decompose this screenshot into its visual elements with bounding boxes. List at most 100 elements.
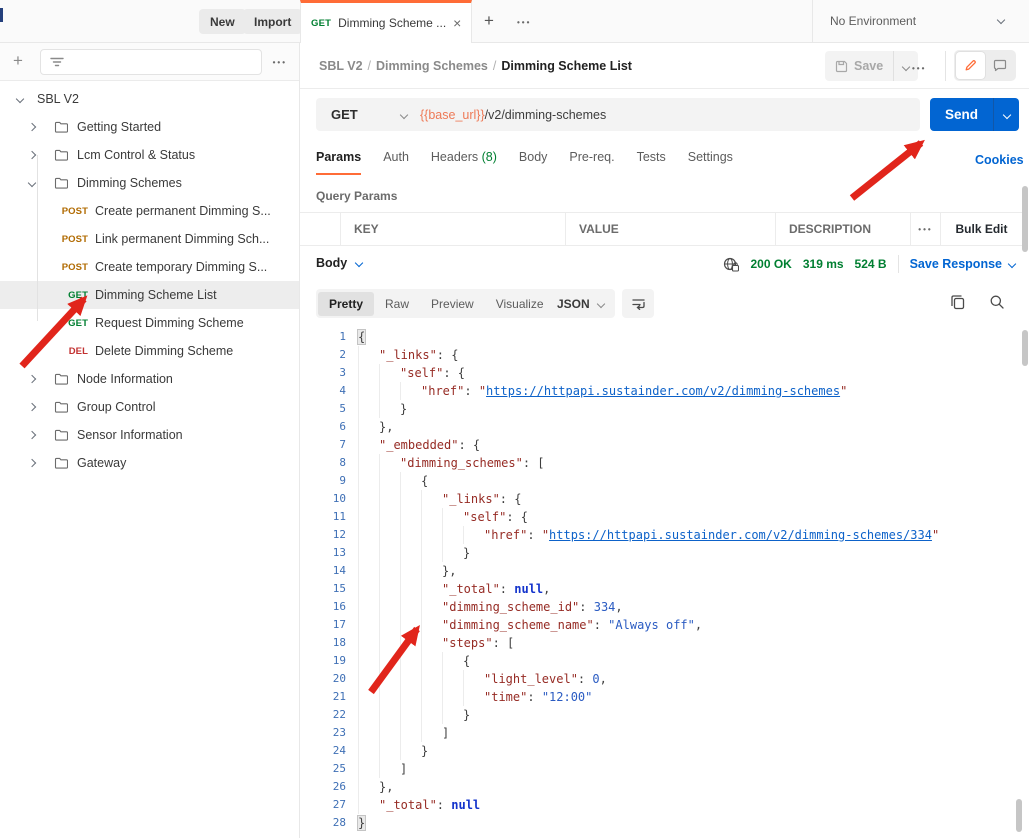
sidebar-item-create-permanent-dimming-s[interactable]: POST Create permanent Dimming S... [0,197,299,225]
response-size[interactable]: 524 B [855,257,887,271]
code-line: 5} [300,400,1014,418]
request-tab[interactable]: GET Dimming Scheme ... × [300,0,472,43]
breadcrumb-folder[interactable]: Dimming Schemes [376,59,488,73]
copy-response-button[interactable] [950,294,966,310]
method-badge: GET [68,289,88,301]
cookies-link[interactable]: Cookies [975,153,1024,167]
import-button[interactable]: Import [243,9,303,34]
save-response-button[interactable]: Save Response [910,257,1017,271]
sidebar-options-icon[interactable]: ••• [273,58,287,67]
code-line: 24} [300,742,1014,760]
tab-options-icon[interactable]: ••• [517,18,531,27]
chevron-right-icon[interactable] [27,122,37,132]
code-line: 10 "_links": { [300,490,1014,508]
beautify-button[interactable] [622,289,654,318]
breadcrumb-collection[interactable]: SBL V2 [319,59,363,73]
chevron-right-icon[interactable] [27,430,37,440]
chevron-right-icon[interactable] [27,402,37,412]
sidebar-item-group-control[interactable]: Group Control [0,393,299,421]
format-selector[interactable]: JSON [546,289,615,318]
search-icon [990,295,1004,309]
key-column-header[interactable]: KEY [340,213,565,245]
page-scrollbar[interactable] [1022,186,1028,252]
search-response-button[interactable] [989,294,1005,310]
status-badge[interactable]: 200 OK [750,257,791,271]
response-body-dropdown[interactable]: Body [316,256,364,270]
tab-body[interactable]: Body [519,150,548,175]
chevron-down-icon[interactable] [27,178,37,188]
sidebar-filter-input[interactable] [40,49,262,75]
code-line: 25] [300,760,1014,778]
view-tab-raw[interactable]: Raw [374,292,420,316]
sidebar-item-gateway[interactable]: Gateway [0,449,299,477]
code-line: 6}, [300,418,1014,436]
tab-method-label: GET [311,17,332,29]
request-label: Dimming Scheme List [95,288,217,302]
line-number: 13 [332,546,346,559]
sidebar-add-icon[interactable]: + [13,51,23,71]
line-number: 2 [339,348,346,361]
tab-close-icon[interactable]: × [453,16,461,30]
chevron-right-icon[interactable] [27,458,37,468]
indent-guide [358,508,379,526]
folder-label: Dimming Schemes [77,176,182,190]
indent-guide [358,760,379,778]
view-tab-visualize[interactable]: Visualize [485,292,555,316]
send-button[interactable]: Send [930,98,993,131]
indent-guide [421,688,442,706]
sidebar-item-sensor-information[interactable]: Sensor Information [0,421,299,449]
chevron-down-icon[interactable] [15,94,25,104]
sidebar-item-node-information[interactable]: Node Information [0,365,299,393]
save-button[interactable]: Save [825,59,893,73]
sidebar-item-link-permanent-dimming-sch[interactable]: POST Link permanent Dimming Sch... [0,225,299,253]
network-globe-icon[interactable] [723,257,740,272]
sidebar-item-create-temporary-dimming-s[interactable]: POST Create temporary Dimming S... [0,253,299,281]
params-options-icon[interactable]: ••• [910,213,940,245]
sidebar-item-dimming-schemes[interactable]: Dimming Schemes [0,169,299,197]
indent-guide [442,706,463,724]
sidebar-item-lcm-control-status[interactable]: Lcm Control & Status [0,141,299,169]
tab-pre-req[interactable]: Pre-req. [569,150,614,175]
chevron-right-icon[interactable] [27,150,37,160]
environment-selector[interactable]: No Environment [830,14,916,28]
code-line: 18 "steps": [ [300,634,1014,652]
method-selector[interactable]: GET [316,107,420,122]
url-input[interactable]: {{base_url}}/v2/dimming-schemes [420,108,920,122]
code-line: 27 "_total": null [300,796,1014,814]
sidebar-item-delete-dimming-scheme[interactable]: DEL Delete Dimming Scheme [0,337,299,365]
sidebar-item-request-dimming-scheme[interactable]: GET Request Dimming Scheme [0,309,299,337]
tab-settings[interactable]: Settings [688,150,733,175]
indent-guide [421,616,442,634]
bulk-edit-button[interactable]: Bulk Edit [940,213,1022,245]
tab-headers[interactable]: Headers (8) [431,150,497,175]
response-scrollbar-lower[interactable] [1016,799,1022,832]
new-button[interactable]: New [199,9,246,34]
sidebar-item-sbl-v2[interactable]: SBL V2 [0,85,299,113]
new-tab-plus-icon[interactable]: + [484,11,494,31]
view-tab-preview[interactable]: Preview [420,292,485,316]
folder-label: Getting Started [77,120,162,134]
tab-tests[interactable]: Tests [637,150,666,175]
indent-guide [421,508,442,526]
line-number: 9 [339,474,346,487]
comment-button[interactable] [985,52,1014,79]
sidebar-item-dimming-scheme-list[interactable]: GET Dimming Scheme List [0,281,299,309]
description-column-header[interactable]: DESCRIPTION [775,213,910,245]
value-column-header[interactable]: VALUE [565,213,775,245]
edit-button[interactable] [956,52,985,79]
response-time[interactable]: 319 ms [803,257,844,271]
environment-chevron-icon[interactable] [996,15,1006,25]
indent-guide [400,508,421,526]
url-path: /v2/dimming-schemes [484,107,607,122]
chevron-right-icon[interactable] [27,374,37,384]
tab-params[interactable]: Params [316,150,362,175]
response-scrollbar[interactable] [1022,330,1028,366]
response-body-code[interactable]: 1{2 "_links": {3 "self": {4 "href": "https:… [300,322,1014,838]
indent-guide [379,490,400,508]
tab-auth[interactable]: Auth [383,150,409,175]
request-options-icon[interactable]: ••• [912,64,926,73]
view-tab-pretty[interactable]: Pretty [318,291,375,316]
indent-guide [358,364,379,382]
send-options-chevron-icon[interactable] [993,98,1019,131]
sidebar-item-getting-started[interactable]: Getting Started [0,113,299,141]
